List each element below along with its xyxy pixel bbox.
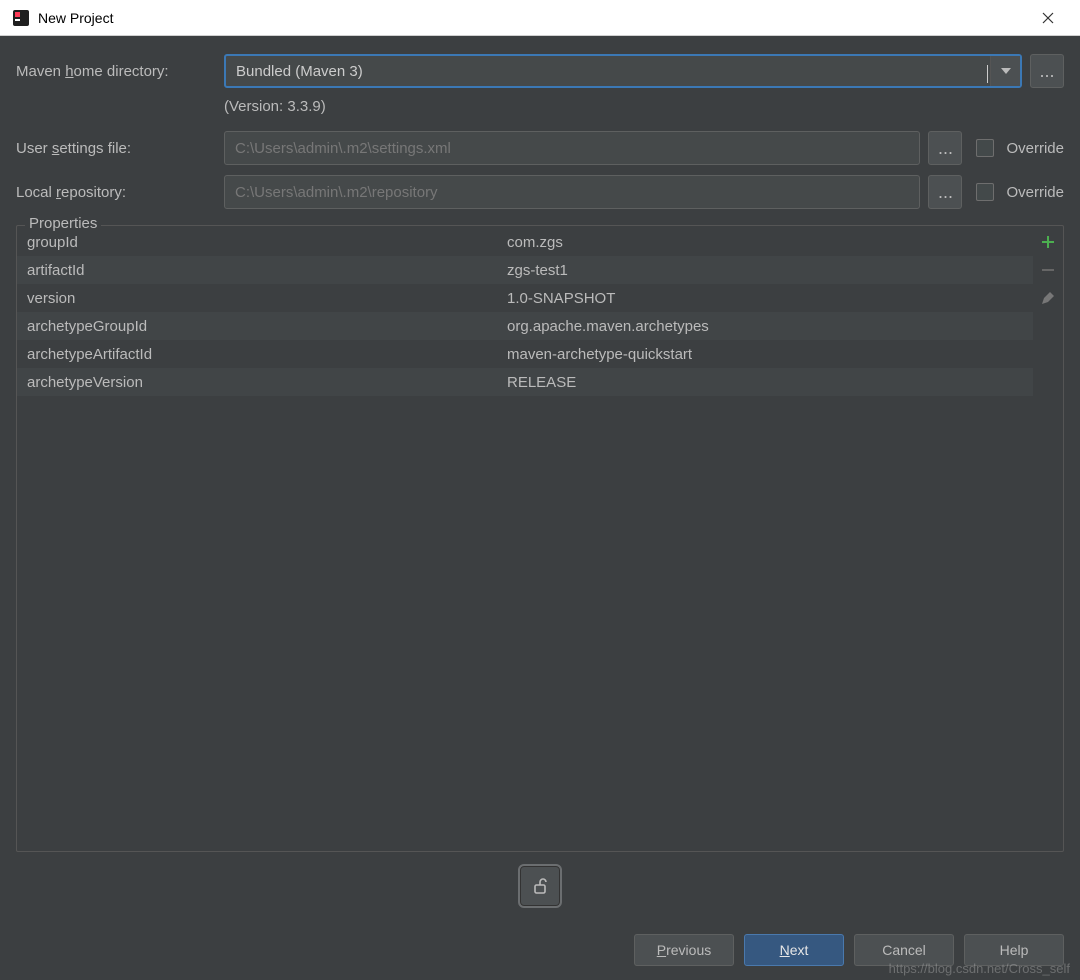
property-value: org.apache.maven.archetypes xyxy=(507,318,1033,335)
next-button[interactable]: Next xyxy=(744,934,844,966)
property-value: 1.0-SNAPSHOT xyxy=(507,290,1033,307)
property-value: zgs-test1 xyxy=(507,262,1033,279)
property-key: archetypeGroupId xyxy=(17,318,507,335)
window-title: New Project xyxy=(38,10,1028,26)
chevron-down-icon xyxy=(1001,68,1011,74)
local-repo-row: Local repository: C:\Users\admin\.m2\rep… xyxy=(16,175,1064,209)
properties-body: groupIdcom.zgsartifactIdzgs-test1version… xyxy=(17,226,1063,851)
dialog-content: Maven home directory: Bundled (Maven 3) … xyxy=(0,36,1080,920)
titlebar: New Project xyxy=(0,0,1080,36)
property-key: artifactId xyxy=(17,262,507,279)
properties-legend: Properties xyxy=(25,215,101,232)
unlock-icon xyxy=(530,876,550,896)
help-button[interactable]: Help xyxy=(964,934,1064,966)
table-row[interactable]: archetypeGroupIdorg.apache.maven.archety… xyxy=(17,312,1033,340)
maven-home-combo[interactable]: Bundled (Maven 3) xyxy=(224,54,1022,88)
local-repo-label: Local repository: xyxy=(16,184,216,201)
close-button[interactable] xyxy=(1028,0,1068,36)
minus-icon xyxy=(1040,262,1056,278)
lock-area xyxy=(16,864,1064,908)
add-property-button[interactable] xyxy=(1038,232,1058,252)
maven-home-row: Maven home directory: Bundled (Maven 3) … xyxy=(16,54,1064,88)
maven-home-value: Bundled (Maven 3) xyxy=(226,63,990,80)
user-settings-label: User settings file: xyxy=(16,140,216,157)
table-row[interactable]: version1.0-SNAPSHOT xyxy=(17,284,1033,312)
previous-button[interactable]: Previous xyxy=(634,934,734,966)
local-repo-override-label: Override xyxy=(1006,184,1064,201)
unlock-button[interactable] xyxy=(518,864,562,908)
table-row[interactable]: groupIdcom.zgs xyxy=(17,228,1033,256)
maven-home-label: Maven home directory: xyxy=(16,63,216,80)
properties-table[interactable]: groupIdcom.zgsartifactIdzgs-test1version… xyxy=(17,226,1033,851)
user-settings-override-checkbox[interactable] xyxy=(976,139,994,157)
table-row[interactable]: archetypeVersionRELEASE xyxy=(17,368,1033,396)
user-settings-browse-button[interactable]: ... xyxy=(928,131,962,165)
property-value: maven-archetype-quickstart xyxy=(507,346,1033,363)
edit-property-button[interactable] xyxy=(1038,288,1058,308)
properties-toolbar xyxy=(1033,226,1063,851)
dialog-footer: Previous Next Cancel Help https://blog.c… xyxy=(0,920,1080,980)
maven-version-text: (Version: 3.3.9) xyxy=(224,98,1064,115)
app-icon xyxy=(12,9,30,27)
cancel-button[interactable]: Cancel xyxy=(854,934,954,966)
property-key: version xyxy=(17,290,507,307)
user-settings-input[interactable]: C:\Users\admin\.m2\settings.xml xyxy=(224,131,920,165)
user-settings-row: User settings file: C:\Users\admin\.m2\s… xyxy=(16,131,1064,165)
table-row[interactable]: archetypeArtifactIdmaven-archetype-quick… xyxy=(17,340,1033,368)
plus-icon xyxy=(1040,234,1056,250)
local-repo-override-checkbox[interactable] xyxy=(976,183,994,201)
remove-property-button[interactable] xyxy=(1038,260,1058,280)
properties-fieldset: Properties groupIdcom.zgsartifactIdzgs-t… xyxy=(16,225,1064,852)
user-settings-override-label: Override xyxy=(1006,140,1064,157)
table-row[interactable]: artifactIdzgs-test1 xyxy=(17,256,1033,284)
property-value: com.zgs xyxy=(507,234,1033,251)
close-icon xyxy=(1042,12,1054,24)
property-key: groupId xyxy=(17,234,507,251)
maven-home-browse-button[interactable]: ... xyxy=(1030,54,1064,88)
property-key: archetypeArtifactId xyxy=(17,346,507,363)
maven-home-dropdown-button[interactable] xyxy=(990,56,1020,86)
property-value: RELEASE xyxy=(507,374,1033,391)
property-key: archetypeVersion xyxy=(17,374,507,391)
local-repo-browse-button[interactable]: ... xyxy=(928,175,962,209)
local-repo-input[interactable]: C:\Users\admin\.m2\repository xyxy=(224,175,920,209)
pencil-icon xyxy=(1040,290,1056,306)
